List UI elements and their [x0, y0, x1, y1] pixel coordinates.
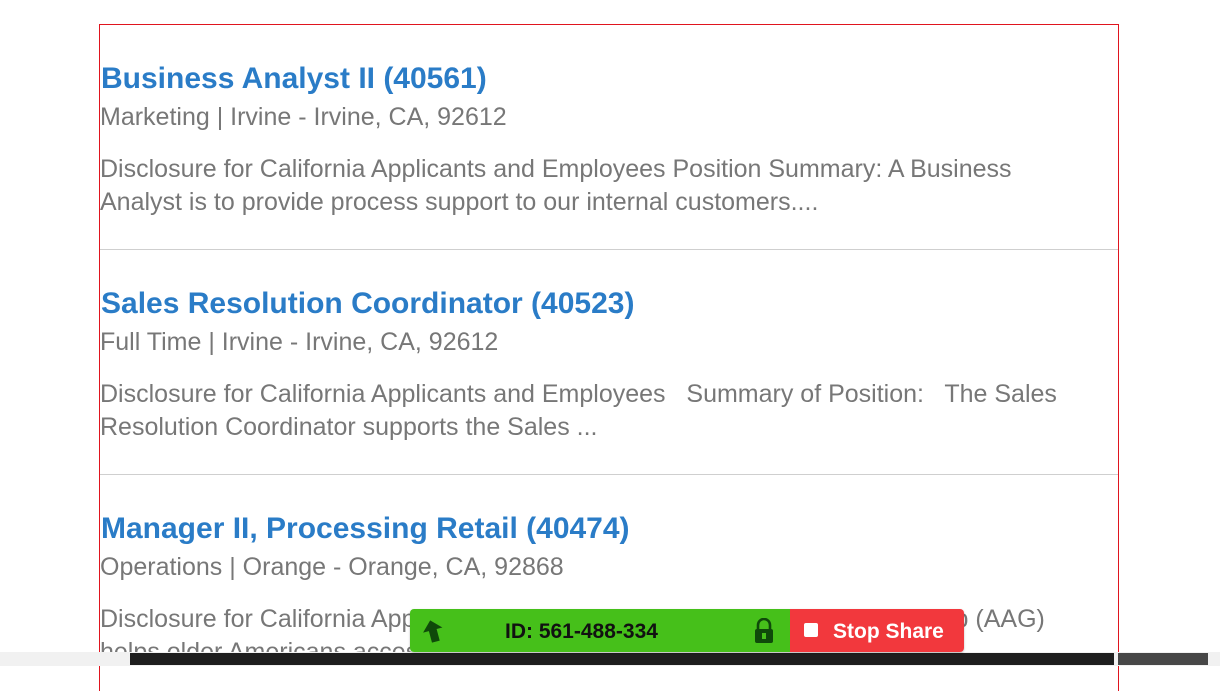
job-listing-item: Business Analyst II (40561) Marketing | … [100, 25, 1118, 250]
job-meta: Marketing | Irvine - Irvine, CA, 92612 [100, 103, 507, 131]
stop-share-label: Stop Share [833, 620, 944, 643]
job-description: Disclosure for California Applicants and… [100, 155, 1018, 216]
job-title-link[interactable]: Manager II, Processing Retail (40474) [101, 512, 630, 546]
job-title-link[interactable]: Sales Resolution Coordinator (40523) [101, 287, 634, 321]
job-description: Disclosure for California Applicants and… [100, 380, 1064, 441]
taskbar-strip [130, 653, 1114, 665]
share-status-panel: ID: 561-488-334 [410, 609, 790, 652]
job-meta: Operations | Orange - Orange, CA, 92868 [100, 553, 564, 581]
screen-share-toolbar: ID: 561-488-334 Stop Share [410, 609, 964, 652]
page: Business Analyst II (40561) Marketing | … [0, 0, 1220, 691]
taskbar-edge [1118, 653, 1208, 665]
job-listing-frame: Business Analyst II (40561) Marketing | … [99, 24, 1119, 691]
job-listing-item: Sales Resolution Coordinator (40523) Ful… [100, 250, 1118, 475]
job-meta: Full Time | Irvine - Irvine, CA, 92612 [100, 328, 499, 356]
meeting-id: ID: 561-488-334 [505, 620, 658, 643]
job-title-link[interactable]: Business Analyst II (40561) [101, 62, 487, 96]
expand-arrow-icon[interactable] [419, 617, 447, 645]
stop-share-button[interactable]: Stop Share [790, 609, 964, 652]
stop-square-icon [804, 623, 818, 637]
lock-icon [755, 618, 773, 643]
